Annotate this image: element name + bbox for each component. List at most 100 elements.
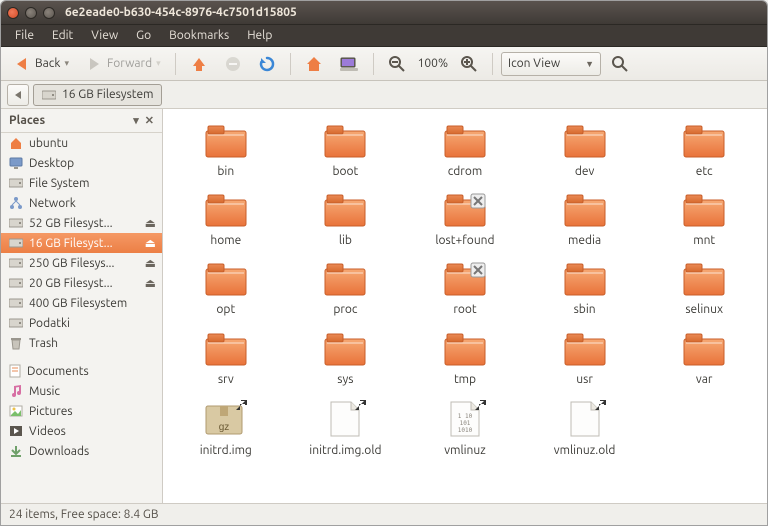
file-item[interactable]: srv [171,331,281,386]
view-mode-combobox[interactable]: Icon View ▼ [501,52,601,76]
sidebar-item[interactable]: Downloads [1,441,162,461]
file-item[interactable]: opt [171,261,281,316]
sidebar-item-label: Podatki [29,317,156,330]
file-item[interactable]: vmlinuz [410,400,520,457]
menu-edit[interactable]: Edit [44,27,81,44]
file-item[interactable]: selinux [649,261,759,316]
desktop-icon [9,156,23,170]
sidebar-item[interactable]: Pictures [1,401,162,421]
status-text: 24 items, Free space: 8.4 GB [9,508,159,521]
search-button[interactable] [605,52,635,76]
menu-go[interactable]: Go [128,27,159,44]
computer-icon [339,55,359,73]
stop-button[interactable] [218,52,248,76]
folder-icon [561,192,609,230]
menu-file[interactable]: File [7,27,42,44]
eject-icon[interactable]: ⏏ [145,256,156,270]
file-item-label: home [210,234,241,247]
back-label: Back [35,57,60,70]
home-icon [305,55,323,73]
eject-icon[interactable]: ⏏ [145,236,156,250]
reload-button[interactable] [252,52,282,76]
sidebar-item[interactable]: 16 GB Filesyst...⏏ [1,233,162,253]
file-item[interactable]: dev [530,123,640,178]
sidebar-item[interactable]: 400 GB Filesystem [1,293,162,313]
folder-icon [441,192,489,230]
file-item[interactable]: bin [171,123,281,178]
file-item-label: vmlinuz [444,444,486,457]
file-item[interactable]: media [530,192,640,247]
places-close-icon[interactable]: ✕ [145,114,154,127]
sidebar-item[interactable]: Documents [1,361,162,381]
eject-icon[interactable]: ⏏ [145,276,156,290]
sidebar-item[interactable]: Trash [1,333,162,353]
file-item-label: cdrom [448,165,482,178]
sidebar-item[interactable]: 52 GB Filesyst... ⏏ [1,213,162,233]
window-close-button[interactable] [7,7,19,19]
sidebar-item[interactable]: ubuntu [1,133,162,153]
file-item-label: selinux [685,303,723,316]
eject-icon[interactable]: ⏏ [145,216,156,230]
toolbar-separator [175,53,176,75]
forward-label: Forward [107,57,152,70]
forward-button[interactable]: Forward ▾ [79,52,167,76]
path-segment[interactable]: 16 GB Filesystem [33,84,162,106]
path-history-back[interactable] [7,84,29,106]
places-list[interactable]: ubuntuDesktopFile SystemNetwork52 GB Fil… [1,133,162,503]
file-item[interactable]: sys [290,331,400,386]
sidebar-item[interactable]: Desktop [1,153,162,173]
sidebar-item[interactable]: File System [1,173,162,193]
file-item[interactable]: cdrom [410,123,520,178]
file-item[interactable]: var [649,331,759,386]
file-item[interactable]: initrd.img.old [290,400,400,457]
file-item-label: root [453,303,476,316]
sidebar-item-label: 52 GB Filesyst... [29,217,139,230]
file-item[interactable]: home [171,192,281,247]
sidebar-item[interactable]: 250 GB Filesys...⏏ [1,253,162,273]
window-minimize-button[interactable] [25,7,37,19]
window-maximize-button[interactable] [43,7,55,19]
menu-bookmarks[interactable]: Bookmarks [161,27,237,44]
file-icon [202,400,250,440]
home-button[interactable] [299,52,329,76]
view-mode-label: Icon View [508,57,560,70]
back-button[interactable]: Back ▾ [7,52,75,76]
file-item[interactable]: root [410,261,520,316]
sidebar-item[interactable]: Videos [1,421,162,441]
menu-view[interactable]: View [83,27,126,44]
sidebar-item[interactable]: Network [1,193,162,213]
toolbar-separator [492,53,493,75]
pathbar: 16 GB Filesystem [1,81,767,109]
file-item[interactable]: lib [290,192,400,247]
file-item[interactable]: lost+found [410,192,520,247]
file-panel[interactable]: binboot cdrom devetc home lib lost+foundmedia… [163,109,767,503]
places-chevron-down-icon[interactable]: ▾ [133,114,139,127]
file-item[interactable]: tmp [410,331,520,386]
file-item[interactable]: proc [290,261,400,316]
file-item[interactable]: boot [290,123,400,178]
sidebar-item[interactable]: Podatki [1,313,162,333]
file-item-label: lib [339,234,352,247]
menu-help[interactable]: Help [239,27,280,44]
drive-icon [9,277,23,289]
sidebar-item[interactable]: 20 GB Filesyst...⏏ [1,273,162,293]
sidebar-item-label: Pictures [29,405,156,418]
zoom-in-button[interactable] [454,52,484,76]
computer-button[interactable] [333,52,365,76]
sidebar-item[interactable]: Music [1,381,162,401]
stop-icon [224,55,242,73]
file-item[interactable]: vmlinuz.old [530,400,640,457]
file-item-label: vmlinuz.old [554,444,616,457]
chevron-down-icon: ▼ [585,59,594,69]
file-item[interactable]: mnt [649,192,759,247]
file-item[interactable]: initrd.img [171,400,281,457]
up-arrow-icon [190,55,208,73]
back-menu-chevron-icon: ▾ [64,58,69,69]
go-up-button[interactable] [184,52,214,76]
zoom-out-button[interactable] [382,52,412,76]
file-item[interactable]: sbin [530,261,640,316]
file-item[interactable]: usr [530,331,640,386]
file-item-label: mnt [693,234,715,247]
file-item[interactable]: etc [649,123,759,178]
doc-icon [9,364,21,378]
